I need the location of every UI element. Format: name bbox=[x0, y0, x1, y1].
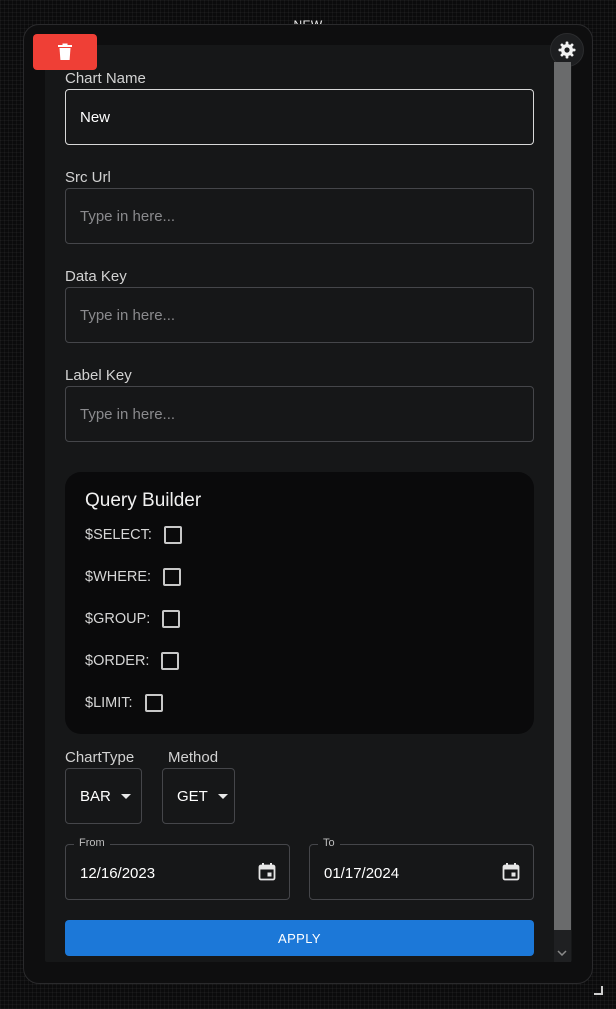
limit-checkbox[interactable] bbox=[144, 694, 163, 712]
limit-label: $LIMIT: bbox=[85, 695, 133, 711]
trash-icon bbox=[58, 43, 72, 60]
gear-icon bbox=[558, 41, 576, 59]
data-key-input[interactable] bbox=[65, 287, 534, 343]
to-date-field[interactable]: To 01/17/2024 bbox=[309, 837, 534, 900]
order-label: $ORDER: bbox=[85, 653, 150, 669]
where-row: $WHERE: bbox=[85, 568, 182, 586]
method-label: Method bbox=[168, 749, 219, 766]
caret-down-icon bbox=[120, 793, 131, 799]
method-value: GET bbox=[177, 787, 208, 805]
resize-handle[interactable] bbox=[594, 986, 603, 995]
scrollbar-thumb[interactable] bbox=[554, 62, 571, 930]
from-date-field[interactable]: From 12/16/2023 bbox=[65, 837, 290, 900]
chart-name-input[interactable] bbox=[65, 89, 534, 145]
from-date-value: 12/16/2023 bbox=[80, 865, 156, 882]
chart-name-label: Chart Name bbox=[65, 70, 146, 87]
limit-row: $LIMIT: bbox=[85, 694, 163, 712]
from-date-label: From bbox=[74, 837, 110, 849]
label-key-input[interactable] bbox=[65, 386, 534, 442]
data-key-label: Data Key bbox=[65, 268, 127, 285]
chart-type-value: BAR bbox=[80, 787, 111, 805]
group-checkbox[interactable] bbox=[162, 610, 181, 628]
where-label: $WHERE: bbox=[85, 569, 152, 585]
chart-type-select[interactable]: BAR bbox=[65, 768, 142, 824]
src-url-input[interactable] bbox=[65, 188, 534, 244]
label-key-label: Label Key bbox=[65, 367, 132, 384]
select-label: $SELECT: bbox=[85, 527, 152, 543]
src-url-label: Src Url bbox=[65, 169, 111, 186]
caret-down-icon bbox=[217, 793, 228, 799]
to-date-label: To bbox=[318, 837, 340, 849]
chevron-down-icon bbox=[557, 950, 567, 956]
calendar-icon[interactable] bbox=[501, 862, 521, 882]
apply-button[interactable]: APPLY bbox=[65, 920, 534, 956]
select-checkbox[interactable] bbox=[163, 526, 182, 544]
query-builder-title: Query Builder bbox=[85, 490, 202, 511]
select-row: $SELECT: bbox=[85, 526, 182, 544]
where-checkbox[interactable] bbox=[163, 568, 182, 586]
group-row: $GROUP: bbox=[85, 610, 181, 628]
calendar-icon[interactable] bbox=[257, 862, 277, 882]
method-select[interactable]: GET bbox=[162, 768, 235, 824]
chart-type-label: ChartType bbox=[65, 749, 135, 766]
order-checkbox[interactable] bbox=[161, 652, 180, 670]
scroll-down-button[interactable] bbox=[556, 947, 568, 959]
order-row: $ORDER: bbox=[85, 652, 180, 670]
to-date-value: 01/17/2024 bbox=[324, 865, 400, 882]
delete-button[interactable] bbox=[33, 34, 97, 70]
group-label: $GROUP: bbox=[85, 611, 151, 627]
